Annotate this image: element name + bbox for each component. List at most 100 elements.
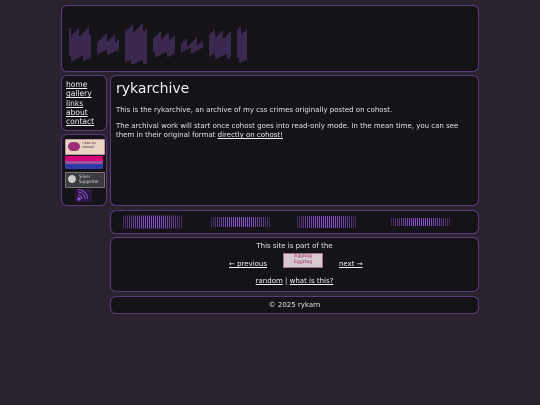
- equalizer-bar: [167, 215, 168, 229]
- equalizer-bar: [319, 216, 320, 228]
- equalizer-bar: [397, 218, 398, 226]
- equalizer-bar: [303, 216, 304, 228]
- eggring-badge-line2: Eggring: [293, 260, 313, 265]
- equalizer-bar: [311, 216, 312, 228]
- silver-badge-line2: Supporter: [79, 179, 99, 184]
- cohost-link[interactable]: directly on cohost!: [218, 131, 283, 139]
- equalizer-bar: [245, 217, 246, 227]
- equalizer-bar: [141, 215, 142, 229]
- equalizer-bar: [415, 218, 416, 226]
- rss-icon[interactable]: [75, 189, 92, 202]
- archive-paragraph: The archival work will start once cohost…: [116, 122, 473, 140]
- equalizer-bar: [179, 215, 180, 229]
- cohost-badge-text: i was on cohost!: [82, 141, 96, 149]
- nav-links-link[interactable]: links: [66, 99, 83, 108]
- webring-next-link[interactable]: next →: [339, 260, 363, 268]
- page-title: rykarchive: [116, 81, 190, 97]
- equalizer-bar: [123, 215, 124, 229]
- webring-what-link[interactable]: what is this?: [290, 277, 334, 285]
- equalizer-bar: [447, 218, 448, 226]
- equalizer-bar: [247, 217, 248, 227]
- equalizer-bar: [423, 218, 424, 226]
- equalizer-bar: [131, 215, 132, 229]
- equalizer-bar: [249, 217, 250, 227]
- webring-intro: This site is part of the: [256, 242, 333, 250]
- equalizer-bar: [329, 216, 330, 228]
- equalizer-bar: [443, 218, 444, 226]
- cohost-badge[interactable]: i was on cohost!: [65, 139, 105, 155]
- equalizer-bar: [139, 215, 140, 229]
- equalizer-bar: [147, 215, 148, 229]
- equalizer-bar: [317, 216, 318, 228]
- equalizer-bar: [133, 215, 134, 229]
- main-content: rykarchive This is the rykarchive, an ar…: [110, 75, 479, 206]
- equalizer-bar: [235, 217, 236, 227]
- equalizer-bar: [349, 216, 350, 228]
- eggring-badge[interactable]: Egghug Eggring: [283, 253, 323, 268]
- equalizer-bar: [449, 218, 450, 226]
- equalizer-bar: [401, 218, 402, 226]
- equalizer-bar: [331, 216, 332, 228]
- equalizer-bar: [307, 216, 308, 228]
- equalizer-bar: [411, 218, 412, 226]
- equalizer-bar: [327, 216, 328, 228]
- equalizer-bar: [221, 217, 222, 227]
- equalizer-bar: [231, 217, 232, 227]
- equalizer-bar: [135, 215, 136, 229]
- equalizer-bar: [347, 216, 348, 228]
- equalizer-bar: [169, 215, 170, 229]
- supporter-icon: [68, 175, 76, 183]
- equalizer-bar: [343, 216, 344, 228]
- equalizer-bar: [237, 217, 238, 227]
- equalizer-bar: [215, 217, 216, 227]
- equalizer-bar: [159, 215, 160, 229]
- site-footer: © 2025 rykarn: [110, 296, 479, 314]
- equalizer-bar: [353, 216, 354, 228]
- nav-contact-link[interactable]: contact: [66, 117, 94, 126]
- equalizer-bar: [163, 215, 164, 229]
- site-header: [61, 5, 479, 72]
- archive-paragraph-text: The archival work will start once cohost…: [116, 122, 459, 140]
- equalizer-bar: [419, 218, 420, 226]
- eggring-badge-line1: Egghug: [294, 254, 312, 259]
- equalizer-bar: [435, 218, 436, 226]
- copyright-text: © 2025 rykarn: [268, 301, 321, 309]
- equalizer-bar: [407, 218, 408, 226]
- equalizer-bar: [315, 216, 316, 228]
- equalizer-bar: [337, 216, 338, 228]
- equalizer-bar: [181, 215, 182, 229]
- equalizer-bar: [445, 218, 446, 226]
- decorative-bars: [110, 210, 479, 234]
- equalizer-bar: [403, 218, 404, 226]
- silver-supporter-badge[interactable]: Silver Supporter: [65, 172, 105, 188]
- equalizer-bar: [351, 216, 352, 228]
- webring-random-link[interactable]: random: [256, 277, 283, 285]
- equalizer-bar: [439, 218, 440, 226]
- equalizer-bar: [243, 217, 244, 227]
- equalizer-bar: [225, 217, 226, 227]
- badges-panel: i was on cohost! Silver Supporter: [61, 134, 107, 206]
- equalizer-bar: [429, 218, 430, 226]
- equalizer-bar: [305, 216, 306, 228]
- equalizer-bar: [261, 217, 262, 227]
- equalizer-bar: [233, 217, 234, 227]
- equalizer-bar: [437, 218, 438, 226]
- intro-paragraph: This is the rykarchive, an archive of my…: [116, 106, 393, 114]
- equalizer-bar: [227, 217, 228, 227]
- equalizer-bar: [151, 215, 152, 229]
- equalizer-bar: [413, 218, 414, 226]
- nav-about-link[interactable]: about: [66, 108, 88, 117]
- equalizer-bar: [211, 217, 212, 227]
- equalizer-bar: [125, 215, 126, 229]
- nav-gallery-link[interactable]: gallery: [66, 89, 92, 98]
- webring-previous-link[interactable]: ← previous: [229, 260, 267, 268]
- equalizer-bar: [213, 217, 214, 227]
- bi-flag-badge: [65, 156, 103, 169]
- equalizer-bar: [153, 215, 154, 229]
- equalizer-bar: [239, 217, 240, 227]
- equalizer-bar: [433, 218, 434, 226]
- equalizer-bar: [177, 215, 178, 229]
- nav-home-link[interactable]: home: [66, 80, 87, 89]
- equalizer-bar: [259, 217, 260, 227]
- equalizer-bar: [323, 216, 324, 228]
